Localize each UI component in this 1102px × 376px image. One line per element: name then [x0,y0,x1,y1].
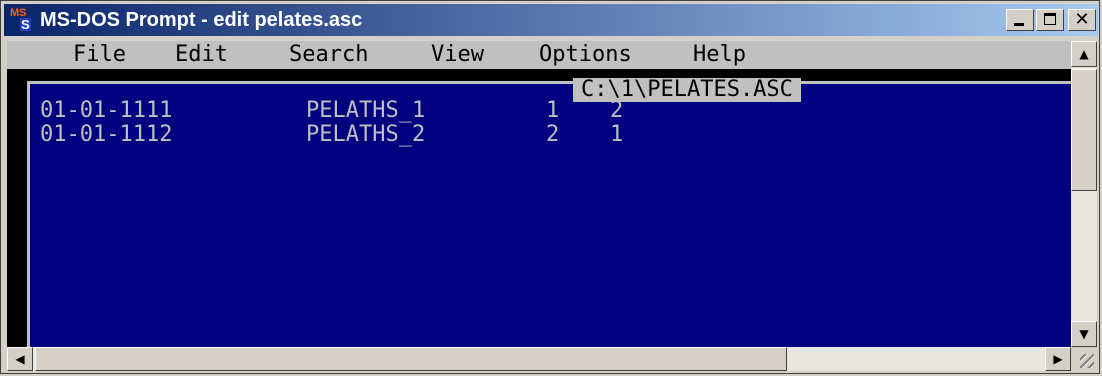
scroll-right-button[interactable]: ▶ [1045,347,1071,371]
close-icon: ✕ [1074,9,1090,30]
scroll-left-button[interactable]: ◀ [7,347,33,371]
arrow-right-icon: ▶ [1053,352,1063,366]
resize-grip[interactable] [1071,347,1097,371]
editor-text-area[interactable]: 01-01-1111 PELATHS_1 1 2 01-01-1112 PELA… [27,81,1071,371]
scroll-up-button[interactable]: ▲ [1071,41,1097,67]
line-1-a: 1 [546,98,560,123]
line-1-name: PELATHS_1 [306,98,426,123]
vertical-scrollbar[interactable]: ▲ ▼ [1071,41,1097,347]
arrow-left-icon: ◀ [15,352,25,366]
horizontal-scroll-thumb[interactable] [35,347,787,371]
file-path-tab: C:\1\PELATES.ASC [573,78,801,102]
title-bar[interactable]: MS S MS-DOS Prompt - edit pelates.asc ✕ [4,4,1098,36]
line-1-date: 01-01-1111 [40,98,173,123]
minimize-icon [1014,23,1024,26]
menu-bar: File Edit Search View Options Help [7,41,1071,69]
console-area[interactable]: File Edit Search View Options Help 01-01… [7,41,1071,371]
menu-edit[interactable]: Edit [175,41,228,69]
arrow-down-icon: ▼ [1079,327,1089,341]
line-2-a: 2 [546,122,560,147]
line-2-name: PELATHS_2 [306,122,426,147]
vertical-scroll-thumb[interactable] [1071,69,1097,191]
window-controls: ✕ [1006,9,1096,31]
dos-window: MS S MS-DOS Prompt - edit pelates.asc ✕ … [0,0,1100,374]
window-title: MS-DOS Prompt - edit pelates.asc [40,8,363,31]
ms-dos-icon[interactable]: MS S [10,8,34,32]
horizontal-scrollbar[interactable]: ◀ ▶ [7,347,1071,371]
menu-file[interactable]: File [73,41,126,69]
menu-help[interactable]: Help [693,41,746,69]
menu-search[interactable]: Search [289,41,368,69]
line-2-b: 1 [610,122,624,147]
maximize-icon [1044,13,1056,25]
scroll-down-button[interactable]: ▼ [1071,321,1097,347]
menu-options[interactable]: Options [539,41,632,69]
close-button[interactable]: ✕ [1068,9,1096,31]
icon-text-bottom: S [20,17,31,32]
minimize-button[interactable] [1006,9,1034,31]
maximize-button[interactable] [1036,9,1064,31]
arrow-up-icon: ▲ [1079,47,1089,61]
line-2-date: 01-01-1112 [40,122,173,147]
menu-view[interactable]: View [431,41,484,69]
line-1-b: 2 [610,98,624,123]
